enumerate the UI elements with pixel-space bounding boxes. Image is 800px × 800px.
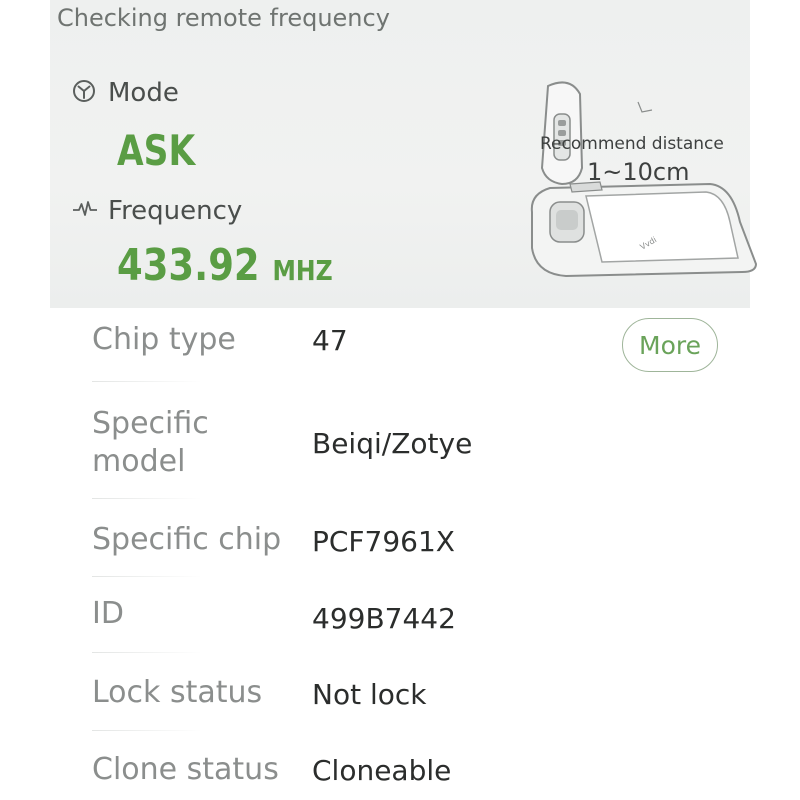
recommend-distance-label: Recommend distance bbox=[540, 134, 724, 154]
specific-model-label-line1: Specific bbox=[92, 406, 209, 441]
recommend-distance-value: 1~10cm bbox=[587, 158, 690, 186]
more-button[interactable]: More bbox=[622, 318, 718, 372]
chip-type-value: 47 bbox=[312, 324, 348, 357]
id-label: ID bbox=[92, 596, 124, 631]
specific-model-value: Beiqi/Zotye bbox=[312, 427, 473, 460]
divider bbox=[92, 576, 202, 577]
divider bbox=[92, 652, 202, 653]
waveform-icon bbox=[72, 199, 98, 223]
frequency-panel: Checking remote frequency Mode ASK Frequ… bbox=[50, 0, 758, 308]
device-icon: Vvdi bbox=[530, 181, 758, 278]
lock-status-value: Not lock bbox=[312, 678, 427, 711]
specific-chip-label: Specific chip bbox=[92, 522, 282, 557]
mode-value: ASK bbox=[117, 126, 196, 175]
specific-chip-value: PCF7961X bbox=[312, 525, 455, 558]
specific-model-label-line2: model bbox=[92, 444, 186, 479]
panel-title: Checking remote frequency bbox=[57, 4, 390, 32]
mode-label: Mode bbox=[108, 78, 179, 108]
lock-status-label: Lock status bbox=[92, 675, 263, 710]
clone-status-label: Clone status bbox=[92, 752, 279, 787]
mode-row: Mode bbox=[72, 78, 179, 108]
divider bbox=[92, 498, 202, 499]
id-value: 499B7442 bbox=[312, 602, 456, 635]
mode-icon bbox=[72, 79, 96, 107]
divider bbox=[92, 730, 202, 731]
remote-check-screen: Checking remote frequency Mode ASK Frequ… bbox=[0, 0, 800, 800]
frequency-value-group: 433.92 MHZ bbox=[117, 240, 333, 291]
frequency-unit: MHZ bbox=[272, 254, 333, 287]
divider bbox=[92, 381, 202, 382]
clone-status-value: Cloneable bbox=[312, 754, 452, 787]
frequency-label: Frequency bbox=[108, 196, 243, 226]
frequency-row: Frequency bbox=[72, 196, 242, 226]
chip-type-label: Chip type bbox=[92, 322, 236, 357]
frequency-value: 433.92 bbox=[117, 240, 260, 291]
